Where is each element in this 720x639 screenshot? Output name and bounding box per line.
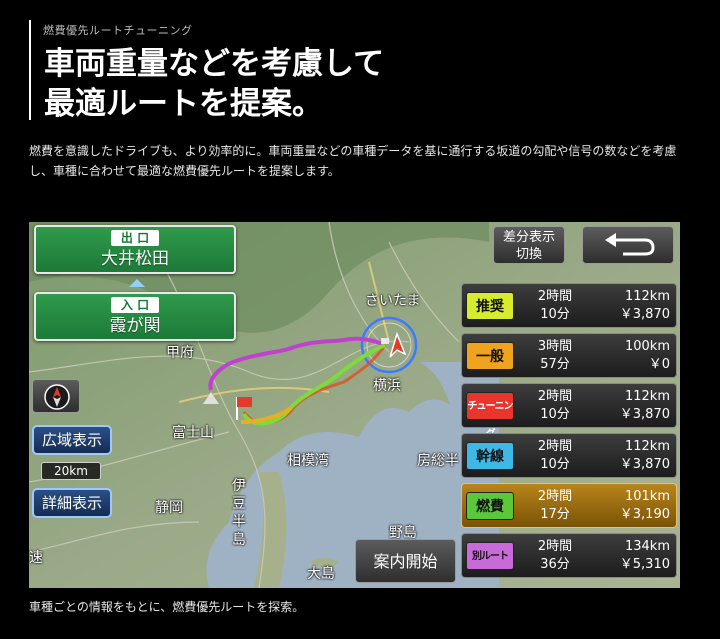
exit-name: 大井松田 xyxy=(101,249,169,269)
route-distance-cost: 112km ￥3,870 xyxy=(620,388,670,424)
route-option-tuning[interactable]: チューニング 2時間10分 112km￥3,870 xyxy=(461,383,677,440)
map-label-kofu: 甲府 xyxy=(166,345,194,361)
page-title-line1: 車両重量などを考慮して xyxy=(44,46,385,82)
page-title: 車両重量などを考慮して 最適ルートを提案。 xyxy=(44,44,384,124)
route-minutes: 17分 xyxy=(540,507,570,522)
map-label-yokohama: 横浜 xyxy=(373,378,401,394)
map-label-boso: 房総半 xyxy=(417,453,459,469)
route-distance: 134km xyxy=(624,539,670,554)
route-time: 2時間 10分 xyxy=(524,438,586,474)
route-toll: ￥3,870 xyxy=(619,457,670,472)
route-badge: 推奨 xyxy=(466,292,514,320)
route-toll: ￥3,870 xyxy=(619,407,670,422)
route-hours: 2時間 xyxy=(537,539,573,554)
map-label-izu: 伊豆半島 xyxy=(232,478,246,548)
route-badge: 燃費 xyxy=(466,492,514,520)
map-label-ika: 速 xyxy=(29,550,43,566)
route-minutes: 57分 xyxy=(540,357,570,372)
route-time: 2時間 10分 xyxy=(524,288,586,324)
route-minutes: 10分 xyxy=(540,307,570,322)
back-button[interactable] xyxy=(582,226,674,264)
route-time: 2時間 17分 xyxy=(524,488,586,524)
route-distance-cost: 134km ￥5,310 xyxy=(620,538,670,574)
route-distance: 112km xyxy=(624,389,670,404)
route-toll: ￥3,190 xyxy=(619,507,670,522)
route-hours: 2時間 xyxy=(537,389,573,404)
route-time: 2時間 10分 xyxy=(524,388,586,424)
north-up-compass-icon xyxy=(44,384,70,410)
map-scale: 20km xyxy=(41,462,101,480)
entry-sign: 入 口 霞が関 xyxy=(34,292,236,341)
exit-sign: 出 口 大井松田 xyxy=(34,225,236,274)
route-distance-cost: 101km ￥3,190 xyxy=(620,488,670,524)
route-option-general[interactable]: 一般 3時間 57分 100km ￥0 xyxy=(461,333,677,378)
route-option-recommended[interactable]: 推奨 2時間 10分 112km ￥3,870 xyxy=(461,283,677,328)
route-time: 2時間 36分 xyxy=(524,538,586,574)
detail-view-button[interactable]: 詳細表示 xyxy=(32,488,112,518)
map-label-sagami-bay: 相模湾 xyxy=(287,453,329,469)
caption-text: 車種ごとの情報をもとに、燃費優先ルートを探索。 xyxy=(29,600,305,614)
route-distance: 112km xyxy=(624,289,670,304)
navigation-screen: さいたま 甲府 横浜 富士山 相模湾 房総半 伊豆半島 静岡 大島 野島 新 速… xyxy=(29,222,680,588)
route-badge: チューニング xyxy=(466,392,514,440)
diff-display-toggle-button[interactable]: 差分表示 切換 xyxy=(493,226,565,264)
route-toll: ￥3,870 xyxy=(619,307,670,322)
page-title-line2: 最適ルートを提案。 xyxy=(44,86,323,122)
route-toll: ￥0 xyxy=(648,357,670,372)
route-hours: 2時間 xyxy=(537,439,573,454)
route-badge: 別ルート xyxy=(466,542,514,570)
route-distance-cost: 112km ￥3,870 xyxy=(620,288,670,324)
accent-bar xyxy=(29,20,31,120)
map-label-oshima: 大島 xyxy=(307,566,335,582)
route-option-fuel-economy[interactable]: 燃費 2時間 17分 101km ￥3,190 xyxy=(461,483,677,528)
route-badge: 幹線 xyxy=(466,442,514,470)
route-badge: 一般 xyxy=(466,342,514,370)
route-option-alternate[interactable]: 別ルート 2時間 36分 134km ￥5,310 xyxy=(461,533,677,578)
compass-button[interactable] xyxy=(32,379,80,413)
route-distance: 101km xyxy=(624,489,670,504)
direction-triangle-icon xyxy=(129,279,145,287)
route-toll: ￥5,310 xyxy=(619,557,670,572)
map-label-shizuoka: 静岡 xyxy=(155,500,183,516)
route-distance-cost: 100km ￥0 xyxy=(625,338,670,374)
map-label-saitama: さいたま xyxy=(365,293,421,309)
route-hours: 2時間 xyxy=(537,289,573,304)
entry-name: 霞が関 xyxy=(109,316,161,336)
route-distance: 112km xyxy=(624,439,670,454)
wide-view-button[interactable]: 広域表示 xyxy=(32,425,112,455)
route-list: 推奨 2時間 10分 112km ￥3,870 一般 3時間 57分 100km ￥0 … xyxy=(461,283,677,583)
route-minutes: 10分 xyxy=(540,407,570,422)
route-hours: 2時間 xyxy=(537,489,573,504)
route-time: 3時間 57分 xyxy=(524,338,586,374)
route-distance: 100km xyxy=(624,339,670,354)
map-label-fuji: 富士山 xyxy=(172,425,214,441)
route-distance-cost: 112km ￥3,870 xyxy=(620,438,670,474)
lead-text: 燃費を意識したドライブも、より効率的に。車両重量などの車種データを基に通行する坂… xyxy=(29,144,677,178)
exit-tag: 出 口 xyxy=(110,230,160,246)
return-arrow-icon xyxy=(605,233,655,256)
route-minutes: 36分 xyxy=(540,557,570,572)
diff-button-line2: 切換 xyxy=(515,247,542,262)
route-hours: 3時間 xyxy=(537,339,573,354)
diff-button-line1: 差分表示 xyxy=(502,230,555,245)
route-option-trunk[interactable]: 幹線 2時間 10分 112km ￥3,870 xyxy=(461,433,677,478)
eyebrow-label: 燃費優先ルートチューニング xyxy=(43,24,193,37)
start-guidance-button[interactable]: 案内開始 xyxy=(355,539,456,583)
entry-tag: 入 口 xyxy=(110,297,160,313)
route-minutes: 10分 xyxy=(540,457,570,472)
